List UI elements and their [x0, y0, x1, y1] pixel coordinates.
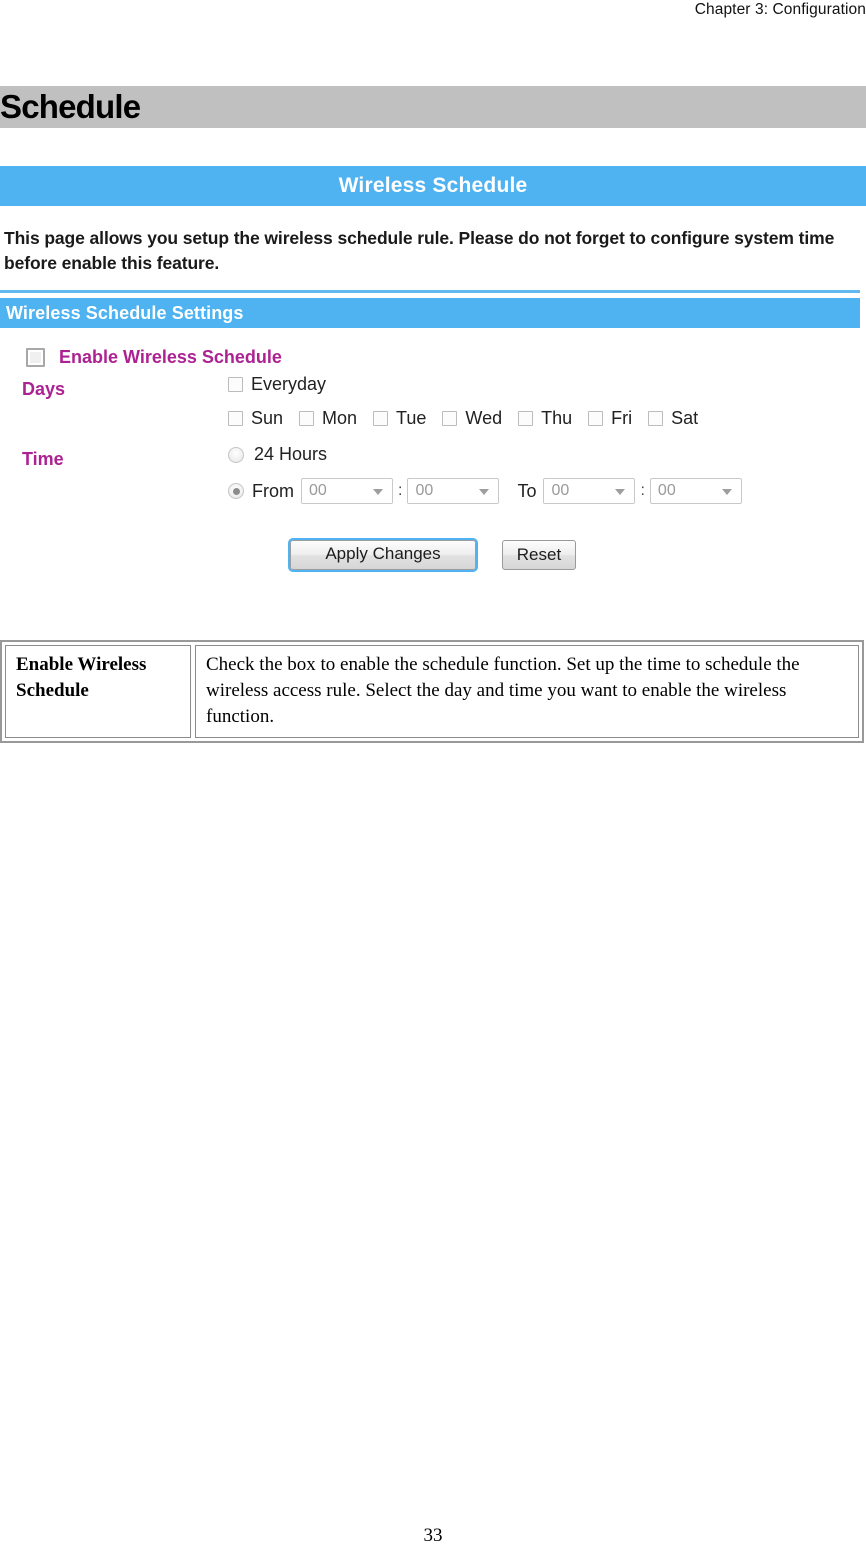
description-term: Enable Wireless Schedule — [5, 645, 191, 738]
everyday-checkbox[interactable] — [228, 377, 243, 392]
days-label: Days — [22, 379, 66, 399]
chevron-down-icon — [479, 489, 490, 495]
panel-titlebar: Wireless Schedule — [0, 166, 866, 206]
apply-changes-button[interactable]: Apply Changes — [288, 538, 478, 572]
sat-checkbox[interactable] — [648, 411, 664, 426]
day-everyday-item[interactable]: Everyday — [228, 374, 326, 395]
page-number: 33 — [423, 1525, 443, 1546]
page-title: Schedule — [0, 88, 141, 125]
everyday-label: Everyday — [251, 374, 327, 394]
to-label: To — [517, 480, 537, 501]
mon-label: Mon — [322, 408, 358, 428]
days-everyday-group: Everyday — [228, 374, 866, 395]
time-row: Time 24 Hours — [0, 444, 866, 478]
table-row: Enable Wireless Schedule Check the box t… — [5, 645, 859, 738]
schedule-form: Enable Wireless Schedule Days Everyday S… — [0, 328, 866, 572]
running-header: Chapter 3: Configuration — [694, 1, 866, 18]
time-range-radio[interactable] — [228, 483, 244, 499]
enable-wireless-schedule-checkbox[interactable] — [26, 347, 45, 367]
enable-wireless-schedule-row: Enable Wireless Schedule — [0, 340, 866, 374]
days-of-week-group: Sun Mon Tue Wed Thu Fri Sat — [228, 408, 866, 429]
to-hour-select[interactable]: 00 — [543, 478, 636, 504]
wed-label: Wed — [465, 408, 503, 428]
panel-divider — [0, 290, 860, 293]
panel-description: This page allows you setup the wireless … — [4, 228, 835, 273]
day-item-mon[interactable]: Mon — [299, 408, 357, 429]
sun-checkbox[interactable] — [228, 411, 243, 426]
reset-button[interactable]: Reset — [502, 540, 576, 570]
from-minute-select[interactable]: 00 — [407, 478, 500, 504]
fri-checkbox[interactable] — [588, 411, 604, 426]
day-item-sun[interactable]: Sun — [228, 408, 283, 429]
enable-wireless-schedule-label: Enable Wireless Schedule — [59, 346, 282, 367]
time-range-row: From 00 : 00 To 00 : 00 — [0, 478, 866, 522]
days-of-week-row: Sun Mon Tue Wed Thu Fri Sat — [0, 408, 866, 444]
description-definition: Check the box to enable the schedule fun… — [195, 645, 859, 738]
thu-label: Thu — [541, 408, 573, 428]
to-time-separator: : — [640, 482, 645, 499]
24-hours-radio[interactable] — [228, 446, 244, 463]
from-hour-select[interactable]: 00 — [301, 478, 393, 504]
day-item-fri[interactable]: Fri — [588, 408, 632, 429]
time-24hours-group: 24 Hours — [228, 444, 866, 465]
section-title-wireless-schedule-settings: Wireless Schedule Settings — [0, 298, 860, 328]
chevron-down-icon — [373, 489, 383, 495]
wed-checkbox[interactable] — [442, 411, 458, 426]
form-actions: Apply Changes Reset — [0, 522, 866, 572]
day-item-wed[interactable]: Wed — [442, 408, 502, 429]
24-hours-label: 24 Hours — [254, 444, 328, 464]
from-label: From — [252, 480, 294, 501]
from-time-separator: : — [398, 482, 403, 499]
to-minute-value: 00 — [657, 482, 676, 499]
sat-label: Sat — [671, 408, 699, 428]
chevron-down-icon — [615, 489, 626, 495]
from-minute-value: 00 — [415, 482, 434, 499]
mon-checkbox[interactable] — [299, 411, 315, 426]
tue-checkbox[interactable] — [373, 411, 389, 426]
time-range-group: From 00 : 00 To 00 : 00 — [228, 478, 866, 504]
tue-label: Tue — [396, 408, 427, 428]
description-table: Enable Wireless Schedule Check the box t… — [0, 640, 864, 743]
from-hour-value: 00 — [309, 482, 327, 499]
thu-checkbox[interactable] — [518, 411, 534, 426]
to-hour-value: 00 — [551, 482, 570, 499]
sun-label: Sun — [251, 408, 284, 428]
day-item-tue[interactable]: Tue — [373, 408, 426, 429]
time-label: Time — [22, 449, 64, 469]
wireless-schedule-panel: Wireless Schedule This page allows you s… — [0, 166, 866, 572]
day-item-thu[interactable]: Thu — [518, 408, 572, 429]
days-row: Days Everyday — [0, 374, 866, 408]
chapter-title-band: Schedule — [0, 86, 866, 128]
fri-label: Fri — [611, 408, 633, 428]
day-item-sat[interactable]: Sat — [648, 408, 698, 429]
to-minute-select[interactable]: 00 — [649, 478, 742, 504]
chevron-down-icon — [721, 489, 732, 495]
